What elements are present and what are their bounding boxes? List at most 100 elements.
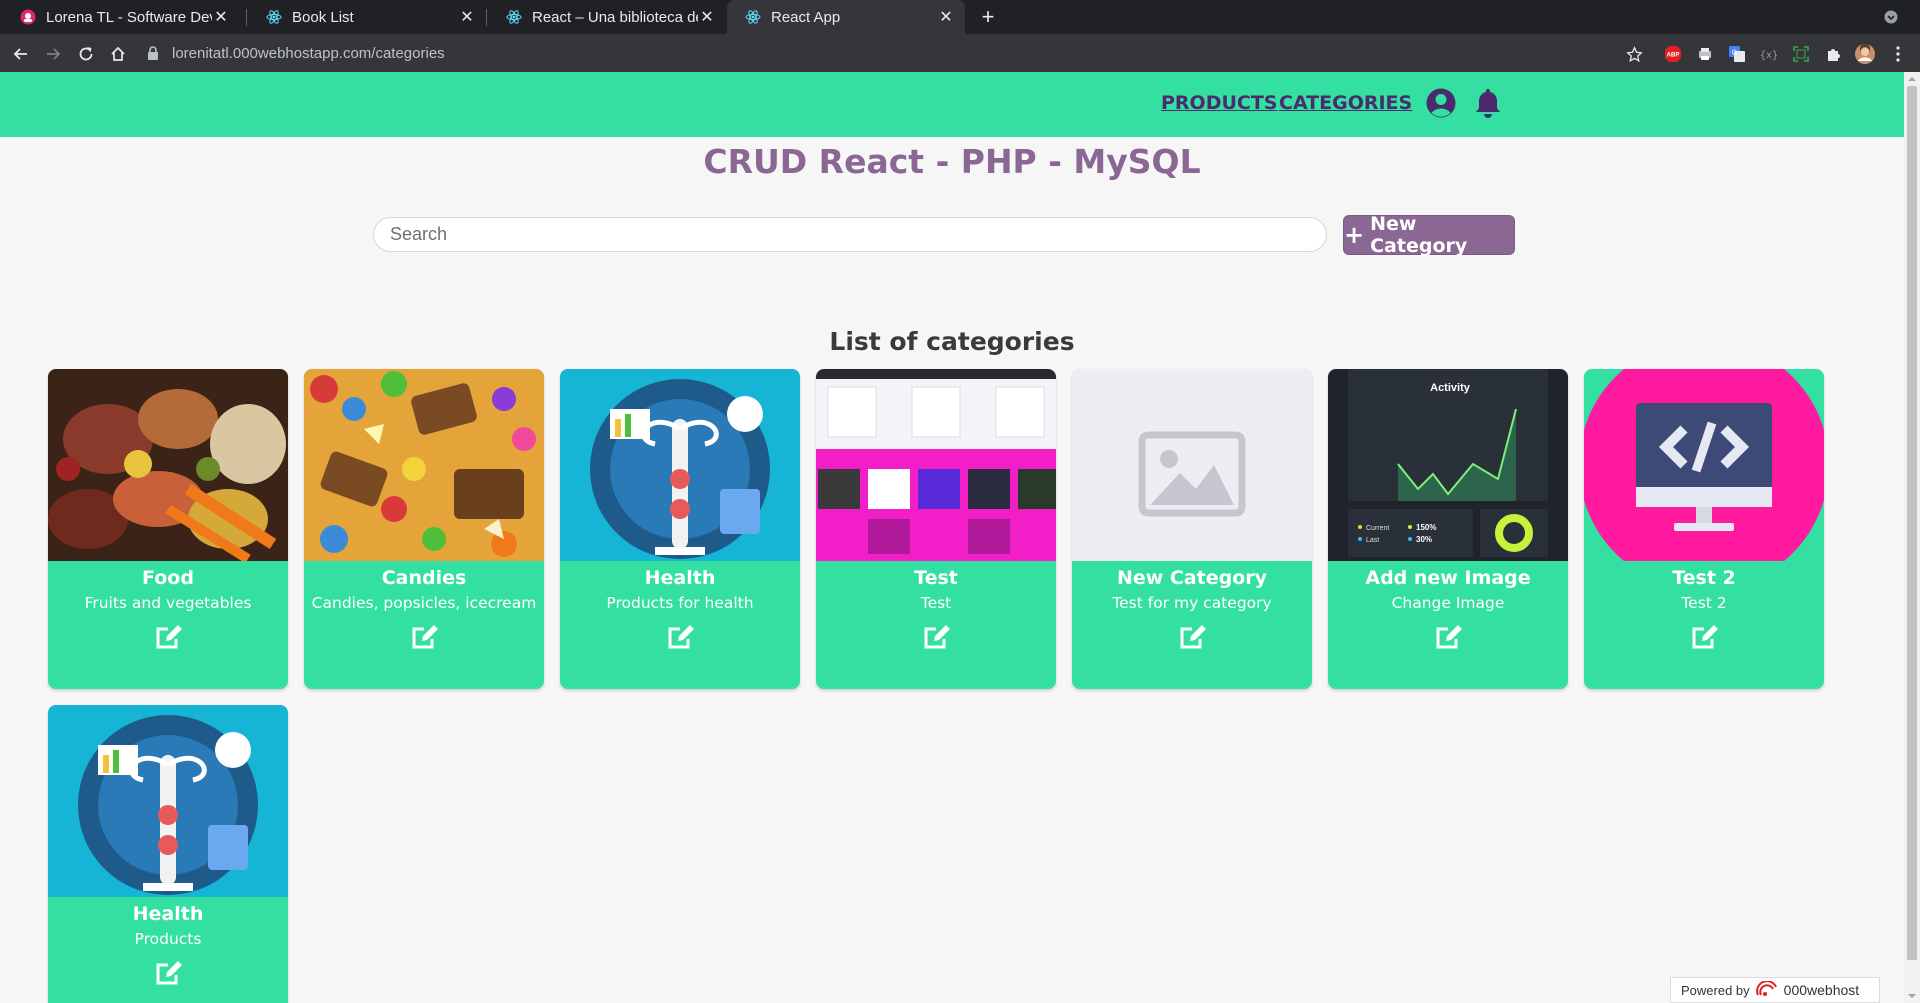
browser-tab-react-docs[interactable]: React – Una biblioteca de ✕ — [488, 0, 726, 34]
categories-list-title: List of categories — [829, 327, 1075, 356]
browser-tab-react-app[interactable]: React App ✕ — [727, 0, 965, 34]
browser-tab-book-list[interactable]: Book List ✕ — [248, 0, 486, 34]
home-icon[interactable] — [106, 42, 130, 66]
powered-by-label: Powered by — [1681, 982, 1750, 998]
edit-icon[interactable] — [153, 622, 185, 652]
forward-icon[interactable] — [41, 42, 65, 66]
extensions-puzzle-icon[interactable] — [1823, 44, 1843, 64]
tab-title: Book List — [292, 8, 354, 26]
edit-icon[interactable] — [665, 622, 697, 652]
candies-photo — [304, 369, 544, 561]
category-description: Products for health — [606, 594, 754, 612]
print-extension-icon[interactable] — [1695, 44, 1715, 64]
svg-text:{x}: {x} — [1761, 50, 1777, 62]
close-icon[interactable]: ✕ — [458, 8, 476, 26]
browser-menu-icon[interactable] — [1888, 44, 1908, 64]
category-name: Test — [914, 567, 958, 589]
new-category-label: New Category — [1370, 213, 1468, 257]
svg-text:30%: 30% — [1416, 535, 1432, 544]
category-card[interactable]: Health Products — [48, 705, 288, 1003]
nav-categories-link[interactable]: CATEGORIES — [1279, 92, 1412, 114]
plus-icon: + — [1344, 221, 1365, 249]
tab-search-icon[interactable] — [1880, 6, 1902, 28]
category-name: Food — [142, 567, 194, 589]
scroll-up-arrow-icon[interactable] — [1908, 75, 1916, 83]
category-description: Products — [134, 930, 202, 948]
new-category-button[interactable]: + New Category — [1343, 213, 1515, 257]
tab-title: React – Una biblioteca de — [532, 8, 698, 26]
react-favicon-icon — [266, 9, 282, 25]
code-monitor-icon — [1584, 369, 1824, 561]
close-icon[interactable]: ✕ — [212, 8, 230, 26]
translate-icon[interactable]: G — [1727, 44, 1747, 64]
page-title: CRUD React - PHP - MySQL — [703, 142, 1201, 181]
edit-icon[interactable] — [409, 622, 441, 652]
category-card[interactable]: Test 2 Test 2 — [1584, 369, 1824, 689]
category-description: Change Image — [1391, 594, 1505, 612]
svg-text:150%: 150% — [1416, 523, 1436, 532]
edit-icon[interactable] — [1689, 622, 1721, 652]
tab-divider — [246, 9, 247, 26]
react-favicon-icon — [506, 9, 522, 25]
health-illustration — [48, 705, 288, 897]
bell-icon[interactable] — [1471, 86, 1505, 120]
url-text[interactable]: lorenitatl.000webhostapp.com/categories — [172, 45, 445, 62]
new-tab-button[interactable]: + — [975, 4, 1001, 30]
category-name: Add new Image — [1365, 567, 1531, 589]
category-description: Candies, popsicles, icecream — [311, 594, 537, 612]
adblock-icon[interactable]: ABP — [1663, 44, 1683, 64]
tag-extension-icon[interactable]: {x} — [1759, 44, 1779, 64]
lock-icon[interactable] — [144, 44, 162, 62]
category-card[interactable]: Candies Candies, popsicles, icecream — [304, 369, 544, 689]
screenshot-extension-icon[interactable] — [1791, 44, 1811, 64]
food-photo — [48, 369, 288, 561]
edit-icon[interactable] — [1177, 622, 1209, 652]
tab-title: Lorena TL - Software Deve — [46, 8, 212, 26]
category-name: Health — [132, 903, 204, 925]
svg-text:G: G — [1732, 50, 1737, 57]
browser-toolbar: lorenitatl.000webhostapp.com/categories … — [0, 34, 1920, 72]
bookmark-star-icon[interactable] — [1624, 44, 1644, 64]
powered-by-brand: 000webhost — [1783, 982, 1860, 998]
category-name: Test 2 — [1672, 567, 1736, 589]
scroll-down-arrow-icon[interactable] — [1908, 992, 1916, 1000]
browser-tabstrip: Lorena TL - Software Deve ✕ Book List ✕ … — [0, 0, 1920, 34]
category-description: Test — [920, 594, 952, 612]
svg-text:ABP: ABP — [1667, 53, 1680, 59]
tab-title: React App — [771, 8, 841, 26]
category-name: Candies — [381, 567, 467, 589]
address-bar[interactable]: lorenitatl.000webhostapp.com/categories — [138, 38, 1638, 68]
close-icon[interactable]: ✕ — [937, 8, 955, 26]
profile-avatar-icon[interactable] — [1855, 44, 1875, 64]
search-input[interactable] — [373, 217, 1327, 252]
edit-icon[interactable] — [921, 622, 953, 652]
svg-text:Activity: Activity — [1430, 382, 1471, 394]
category-card[interactable]: Test Test — [816, 369, 1056, 689]
app-screenshot — [816, 369, 1056, 561]
activity-chart-image: Activity Current Last 150% 30% — [1328, 369, 1568, 561]
user-circle-icon[interactable] — [1424, 86, 1458, 120]
react-favicon-icon — [745, 9, 761, 25]
category-card[interactable]: Health Products for health — [560, 369, 800, 689]
nav-products-link[interactable]: PRODUCTS — [1161, 92, 1278, 114]
reload-icon[interactable] — [74, 42, 98, 66]
category-card[interactable]: Activity Current Last 150% 30% Add new I… — [1328, 369, 1568, 689]
lorena-favicon-icon — [20, 9, 36, 25]
edit-icon[interactable] — [1433, 622, 1465, 652]
powered-by-badge[interactable]: Powered by 000webhost — [1670, 977, 1880, 1003]
category-card[interactable]: Food Fruits and vegetables — [48, 369, 288, 689]
page-scrollbar[interactable] — [1904, 72, 1920, 1003]
back-icon[interactable] — [9, 42, 33, 66]
health-illustration — [560, 369, 800, 561]
close-icon[interactable]: ✕ — [698, 8, 716, 26]
category-card[interactable]: New Category Test for my category — [1072, 369, 1312, 689]
scrollbar-thumb[interactable] — [1907, 86, 1917, 960]
browser-tab-lorena[interactable]: Lorena TL - Software Deve ✕ — [2, 0, 240, 34]
000webhost-logo-icon — [1755, 979, 1778, 1000]
edit-icon[interactable] — [153, 958, 185, 988]
page-content: PRODUCTS CATEGORIES CRUD React - PHP - M… — [0, 72, 1904, 1003]
category-name: Health — [644, 567, 716, 589]
tab-divider — [486, 9, 487, 26]
svg-text:Current: Current — [1366, 525, 1389, 532]
category-description: Fruits and vegetables — [84, 594, 252, 612]
